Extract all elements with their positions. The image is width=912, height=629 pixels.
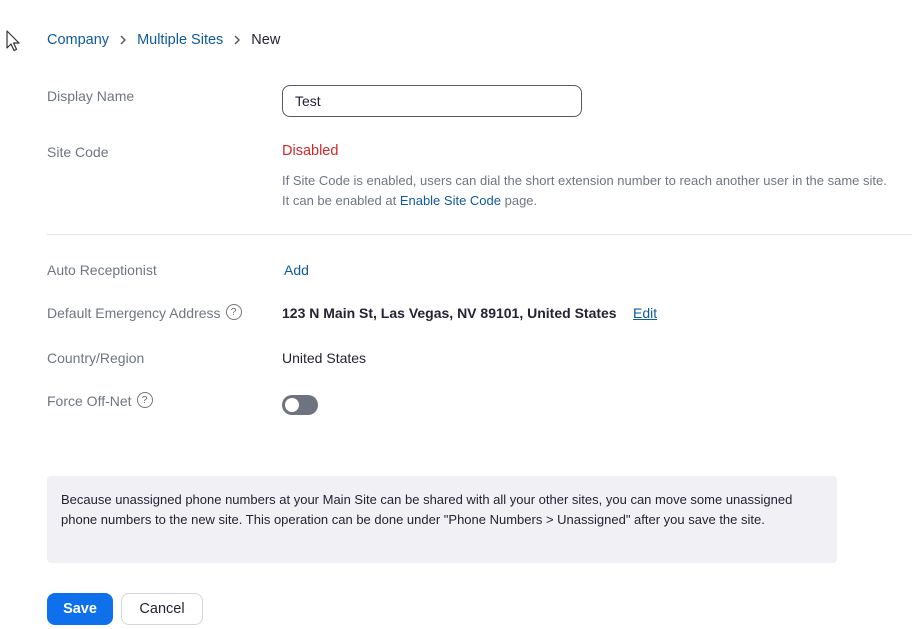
country-region-value: United States [282,350,367,366]
question-circle-icon[interactable]: ? [136,392,153,408]
save-button[interactable]: Save [47,593,113,625]
add-auto-receptionist-button[interactable]: Add [284,262,309,278]
site-code-label: Site Code [47,144,109,160]
emergency-address-label: Default Emergency Address [47,305,221,321]
cancel-button[interactable]: Cancel [121,593,203,625]
enable-site-code-link[interactable]: Enable Site Code [400,193,501,208]
emergency-address-row: 123 N Main St, Las Vegas, NV 89101, Unit… [282,305,657,323]
breadcrumb-multiple-sites-link[interactable]: Multiple Sites [137,32,223,48]
country-region-label: Country/Region [47,350,145,366]
site-code-status: Disabled [282,143,339,159]
force-off-net-label: Force Off-Net [47,393,132,409]
force-off-net-label-row: Force Off-Net ? [47,392,153,409]
edit-emergency-address-link[interactable]: Edit [633,305,657,321]
question-circle-icon[interactable]: ? [225,304,242,320]
force-off-net-toggle[interactable] [282,395,318,415]
unassigned-numbers-info-box: Because unassigned phone numbers at your… [47,476,837,563]
emergency-address-value: 123 N Main St, Las Vegas, NV 89101, Unit… [282,305,617,321]
breadcrumb-current: New [251,32,281,48]
site-code-help-text: If Site Code is enabled, users can dial … [282,171,892,211]
section-divider [47,234,912,235]
breadcrumb-company-link[interactable]: Company [47,32,109,48]
toggle-knob [285,398,299,412]
emergency-address-label-row: Default Emergency Address ? [47,304,242,321]
chevron-right-icon [119,35,127,45]
breadcrumb: Company Multiple Sites New [47,31,280,49]
display-name-label: Display Name [47,88,135,104]
info-box-text: Because unassigned phone numbers at your… [61,492,793,527]
site-code-help-after: page. [501,193,538,208]
site-code-help-before: If Site Code is enabled, users can dial … [282,173,887,208]
mouse-pointer-icon [6,30,20,52]
chevron-right-icon [233,35,241,45]
auto-receptionist-label: Auto Receptionist [47,262,157,278]
display-name-input[interactable] [282,85,582,117]
